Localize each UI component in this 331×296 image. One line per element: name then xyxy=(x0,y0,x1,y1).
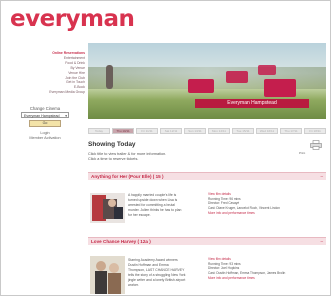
tab-day-4[interactable]: Sun 13/11 xyxy=(184,128,206,134)
film-poster[interactable] xyxy=(90,193,125,223)
cinema-select[interactable]: Everyman Hampstead ▾ xyxy=(21,112,69,119)
showing-instructions: Click title to view trailer & for more i… xyxy=(88,152,218,162)
film-poster[interactable] xyxy=(90,256,125,294)
sidebar-item-media-group[interactable]: Everyman Media Group xyxy=(5,90,85,95)
cinema-select-value: Everyman Hampstead xyxy=(24,114,60,119)
printer-icon[interactable] xyxy=(310,140,322,150)
banner-chair xyxy=(258,65,276,75)
banner-runner xyxy=(106,65,113,89)
film-blurb: Starring Academy Award winners Dustin Ho… xyxy=(128,258,186,287)
tab-day-6[interactable]: Tue 15/11 xyxy=(232,128,254,134)
banner-caption: Everyman Hampstead xyxy=(195,99,309,108)
film-title[interactable]: Love Chance Harvey ( 12a ) xyxy=(91,239,151,244)
tab-day-7[interactable]: Wed 16/11 xyxy=(256,128,278,134)
film-times-link[interactable]: More info and performance times xyxy=(208,211,318,216)
go-button[interactable]: Go xyxy=(29,120,61,128)
login-link[interactable]: Login xyxy=(5,131,85,135)
banner-chair xyxy=(226,71,248,83)
tab-day-2[interactable]: Fri 11/11 xyxy=(136,128,158,134)
film-times-link[interactable]: More info and performance times xyxy=(208,276,318,281)
tab-day-9[interactable]: Fri 18/11 xyxy=(304,128,326,134)
banner-armchair xyxy=(264,79,296,97)
tab-day-1[interactable]: Thu 10/11 xyxy=(112,128,134,134)
film-details: View film details Running Time: 93 mins … xyxy=(208,257,318,281)
film-blurb: A happily married couple's life is turne… xyxy=(128,193,182,217)
banner-sofa xyxy=(188,79,214,93)
film-header[interactable]: Love Chance Harvey ( 12a ) – xyxy=(88,237,326,245)
member-activation-link[interactable]: Member Activation xyxy=(5,136,85,140)
instruction-line: Click a time to reserve tickets. xyxy=(88,157,139,161)
chevron-down-icon: ▾ xyxy=(65,114,67,119)
film-header[interactable]: Anything for Her (Pour Elle) ( 15 ) – xyxy=(88,172,326,180)
minus-icon[interactable]: – xyxy=(320,238,323,246)
showing-today-title: Showing Today xyxy=(88,141,136,148)
page-frame: everyman Online Reservations Entertainme… xyxy=(0,0,331,296)
hero-banner: Everyman Hampstead xyxy=(88,43,326,119)
tab-day-5[interactable]: Mon 14/11 xyxy=(208,128,230,134)
film-details: View film details Running Time: 96 mins … xyxy=(208,192,318,216)
minus-icon[interactable]: – xyxy=(320,173,323,181)
tab-day-8[interactable]: Thu 17/11 xyxy=(280,128,302,134)
print-label[interactable]: Print xyxy=(299,151,305,155)
change-cinema-label: Change Cinema xyxy=(29,106,61,112)
tab-day-3[interactable]: Sat 12/11 xyxy=(160,128,182,134)
day-tabs: Today Thu 10/11 Fri 11/11 Sat 12/11 Sun … xyxy=(88,128,326,134)
site-logo[interactable]: everyman xyxy=(10,5,135,33)
sidebar: Online Reservations Entertainment Food &… xyxy=(5,51,85,140)
tab-day-0[interactable]: Today xyxy=(88,128,110,134)
film-title[interactable]: Anything for Her (Pour Elle) ( 15 ) xyxy=(91,174,163,179)
